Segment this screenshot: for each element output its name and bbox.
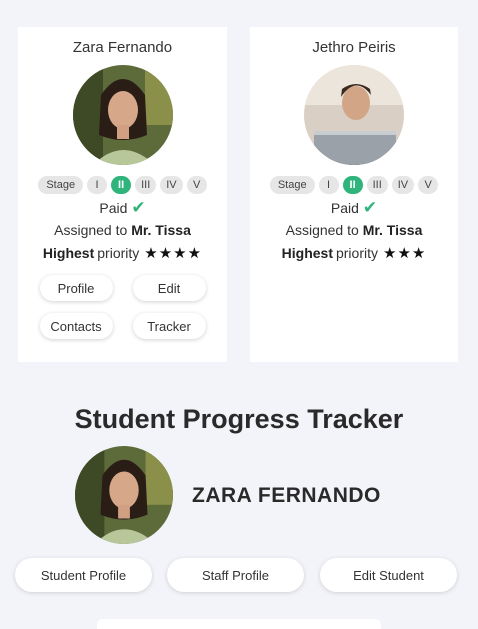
stage-selector: Stage I II III IV V	[269, 176, 439, 194]
student-profile-button[interactable]: Student Profile	[15, 558, 152, 592]
stage-chip-v[interactable]: V	[418, 176, 439, 194]
student-avatar	[72, 65, 173, 165]
priority-row: Highest priority ★★★★	[43, 244, 202, 262]
priority-level: Highest	[281, 245, 333, 261]
tracker-student-avatar	[75, 446, 173, 544]
stage-chip-iv[interactable]: IV	[391, 176, 415, 194]
star-icon: ★★★	[383, 245, 427, 262]
staff-profile-button[interactable]: Staff Profile	[167, 558, 304, 592]
assignment-row: Assigned to Mr. Tissa	[54, 222, 191, 238]
tracker-student-name: ZARA FERNANDO	[192, 484, 381, 507]
tracker-button[interactable]: Tracker	[132, 313, 206, 339]
priority-row: Highest priority ★★★	[282, 244, 427, 262]
payment-status: Paid ✔	[99, 199, 145, 216]
paid-label: Paid	[330, 199, 359, 216]
edit-student-button[interactable]: Edit Student	[320, 558, 457, 592]
payment-status: Paid ✔	[331, 199, 377, 216]
student-name: Jethro Peiris	[312, 39, 396, 56]
priority-level: Highest	[42, 245, 95, 261]
stage-chip-i[interactable]: I	[87, 176, 108, 194]
student-card-zara: Zara Fernando Stage I II III IV V Paid ✔…	[18, 27, 227, 362]
content-panel-edge	[97, 619, 381, 629]
stage-chip-iii[interactable]: III	[135, 176, 157, 194]
stage-label: Stage	[38, 176, 84, 194]
assignment-row: Assigned to Mr. Tissa	[286, 222, 423, 238]
stage-label: Stage	[269, 176, 315, 194]
stage-chip-ii[interactable]: II	[342, 176, 363, 194]
card-actions: Profile Edit Contacts Tracker	[39, 275, 206, 339]
contacts-button[interactable]: Contacts	[39, 313, 113, 339]
student-card-jethro: Jethro Peiris Stage I II III IV V Paid ✔…	[250, 27, 458, 362]
stage-chip-v[interactable]: V	[186, 176, 207, 194]
edit-button[interactable]: Edit	[132, 275, 206, 301]
stage-chip-ii[interactable]: II	[111, 176, 132, 194]
stage-chip-i[interactable]: I	[318, 176, 339, 194]
assigned-staff: Mr. Tissa	[131, 222, 191, 238]
check-icon: ✔	[362, 198, 378, 217]
priority-word: priority	[97, 245, 140, 261]
assigned-prefix: Assigned to	[285, 222, 359, 238]
assigned-staff: Mr. Tissa	[362, 222, 423, 238]
stage-chip-iii[interactable]: III	[366, 176, 388, 194]
assigned-prefix: Assigned to	[54, 222, 128, 238]
star-icon: ★★★★	[144, 245, 203, 262]
paid-label: Paid	[99, 199, 128, 216]
student-avatar	[304, 65, 404, 165]
student-name: Zara Fernando	[72, 39, 173, 56]
check-icon: ✔	[131, 198, 146, 217]
stage-selector: Stage I II III IV V	[38, 176, 207, 194]
priority-word: priority	[335, 245, 378, 261]
page-title: Student Progress Tracker	[74, 404, 404, 434]
profile-button[interactable]: Profile	[39, 275, 113, 301]
stage-chip-iv[interactable]: IV	[160, 176, 183, 194]
